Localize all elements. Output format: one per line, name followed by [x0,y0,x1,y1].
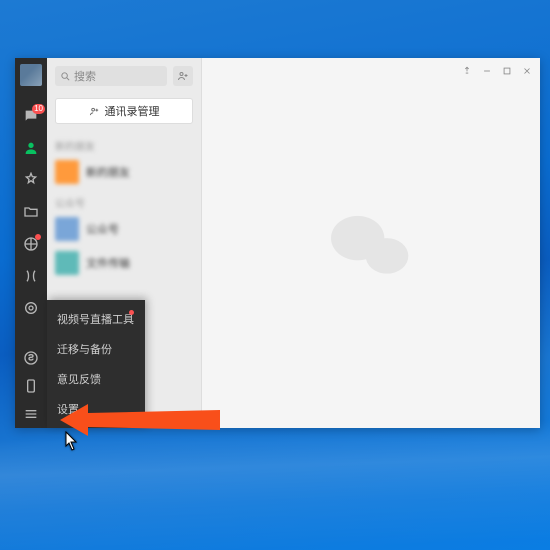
channels-icon[interactable] [23,268,39,284]
pin-button[interactable] [462,66,472,76]
maximize-button[interactable] [502,66,512,76]
menu-item-label: 视频号直播工具 [57,314,134,326]
section-label: 公众号 [47,189,201,212]
menu-item-feedback[interactable]: 意见反馈 [47,364,145,394]
contacts-manage-label: 通讯录管理 [105,103,160,119]
miniprogram-icon[interactable] [23,350,39,366]
contact-name: 文件传输 [86,255,130,271]
menu-item-label: 意见反馈 [57,374,101,386]
files-icon[interactable] [23,204,39,220]
phone-icon[interactable] [23,378,39,394]
search-placeholder: 搜索 [74,68,96,84]
hamburger-icon[interactable] [23,406,39,422]
wechat-window: 10 [15,58,540,428]
contact-name: 新的朋友 [86,164,130,180]
chat-badge: 10 [32,104,45,114]
contacts-manage-button[interactable]: 通讯录管理 [55,98,193,124]
menu-item-livetools[interactable]: 视频号直播工具 [47,304,145,334]
contact-avatar [55,160,79,184]
add-friend-button[interactable] [173,66,193,86]
add-friend-icon [177,70,189,82]
topstories-icon[interactable] [23,300,39,316]
wechat-logo-watermark [326,207,416,287]
list-item[interactable]: 公众号 [47,212,201,246]
avatar[interactable] [20,64,42,86]
notification-dot [129,310,134,315]
menu-item-label: 设置 [57,404,79,416]
titlebar [462,58,540,84]
contacts-icon[interactable] [23,140,39,156]
chat-icon[interactable]: 10 [23,108,39,124]
menu-item-label: 迁移与备份 [57,344,112,356]
list-item[interactable]: 文件传输 [47,246,201,280]
moments-icon[interactable] [23,236,39,252]
close-button[interactable] [522,66,532,76]
nav-rail: 10 [15,58,47,428]
main-area [202,58,540,428]
contacts-manage-icon [89,106,100,117]
notification-dot [35,234,41,240]
more-menu: 视频号直播工具 迁移与备份 意见反馈 设置 [47,300,145,428]
contact-avatar [55,251,79,275]
search-icon [60,71,71,82]
contact-avatar [55,217,79,241]
menu-item-migrate[interactable]: 迁移与备份 [47,334,145,364]
favorites-icon[interactable] [23,172,39,188]
search-input[interactable]: 搜索 [55,66,167,86]
menu-item-settings[interactable]: 设置 [47,394,145,424]
minimize-button[interactable] [482,66,492,76]
contact-name: 公众号 [86,221,119,237]
section-label: 新的朋友 [47,132,201,155]
list-item[interactable]: 新的朋友 [47,155,201,189]
